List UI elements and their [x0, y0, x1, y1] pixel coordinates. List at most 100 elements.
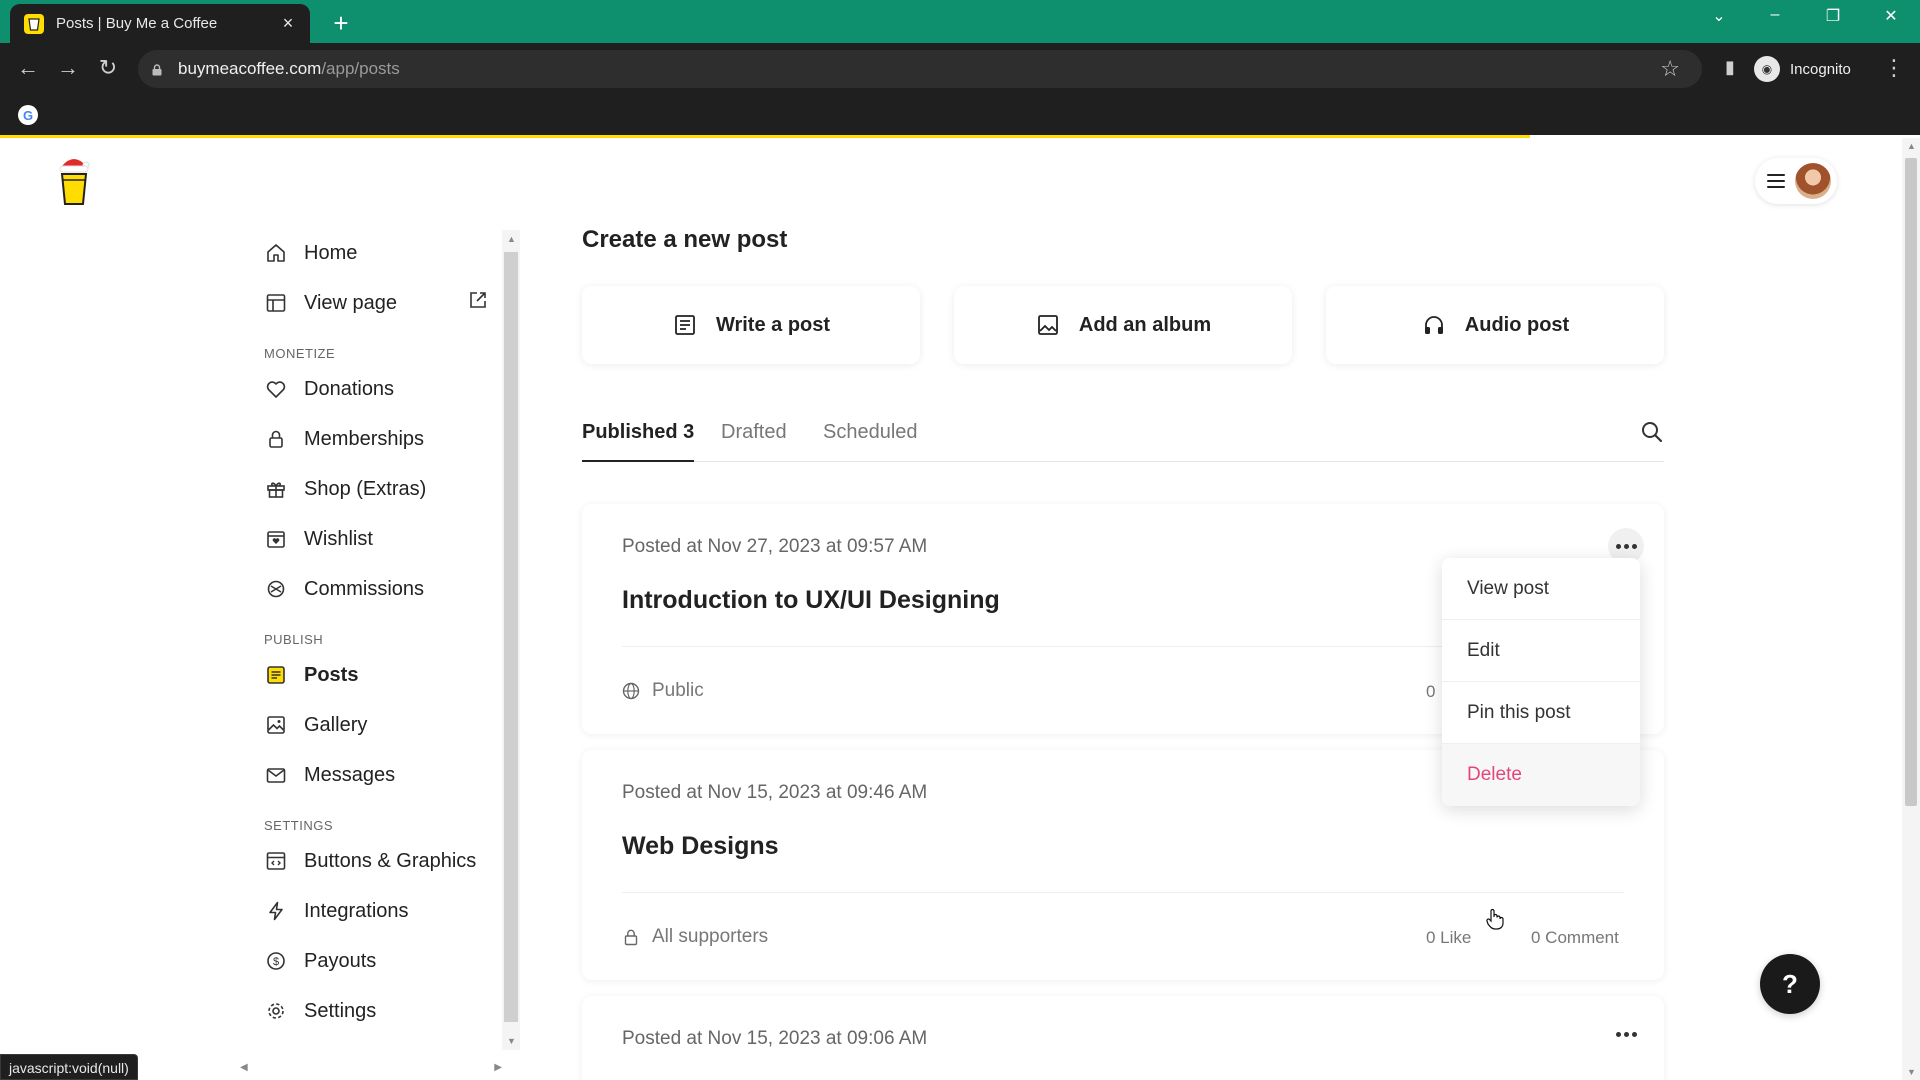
sidebar-horizontal-scrollbar[interactable]: ◀ ▶ — [240, 1062, 502, 1076]
url-path: /app/posts — [321, 59, 400, 78]
sidebar-scroll-thumb[interactable] — [504, 252, 518, 1022]
image-icon — [1035, 312, 1061, 338]
menu-item-delete[interactable]: Delete — [1442, 744, 1640, 806]
scroll-right-icon[interactable]: ▶ — [494, 1062, 502, 1073]
sidebar-item-shop[interactable]: Shop (Extras) — [240, 464, 500, 514]
browser-tab-bar: Posts | Buy Me a Coffee × + ⌄ – ❐ ✕ — [0, 0, 1920, 43]
add-album-button[interactable]: Add an album — [954, 286, 1292, 364]
scroll-left-icon[interactable]: ◀ — [240, 1062, 248, 1073]
sidebar-item-wishlist[interactable]: Wishlist — [240, 514, 500, 564]
sidebar-item-donations[interactable]: Donations — [240, 364, 500, 414]
audio-post-label: Audio post — [1464, 313, 1570, 336]
sidebar-item-memberships[interactable]: Memberships — [240, 414, 500, 464]
url-field[interactable]: buymeacoffee.com/app/posts ☆ — [138, 50, 1702, 88]
close-tab-icon[interactable]: × — [278, 13, 298, 34]
visibility-label: All supporters — [652, 926, 769, 947]
tab-scheduled[interactable]: Scheduled — [823, 416, 918, 462]
sidebar-item-messages[interactable]: Messages — [240, 750, 500, 800]
lock-icon — [152, 63, 162, 76]
post-comments: 0 Comment — [1531, 928, 1619, 947]
sidebar-item-label: Shop (Extras) — [304, 477, 427, 500]
post-more-button[interactable] — [1608, 1016, 1644, 1052]
dollar-icon: $ — [264, 949, 288, 973]
sidebar-item-commissions[interactable]: Commissions — [240, 564, 500, 614]
section-heading-monetize: MONETIZE — [264, 346, 336, 361]
tab-title: Posts | Buy Me a Coffee — [56, 15, 218, 32]
page-scrollbar[interactable]: ▲ ▼ — [1902, 138, 1920, 1080]
post-actions-menu: View post Edit Pin this post Delete — [1442, 558, 1640, 806]
hamburger-icon — [1767, 174, 1785, 188]
sidebar-item-label: Payouts — [304, 949, 377, 972]
sidebar-item-gallery[interactable]: Gallery — [240, 700, 500, 750]
more-dots-icon — [1615, 543, 1637, 549]
minimize-icon[interactable]: – — [1760, 6, 1790, 24]
incognito-label: Incognito — [1790, 60, 1851, 78]
more-dots-icon — [1615, 1031, 1637, 1037]
post-card: Posted at Nov 15, 2023 at 09:06 AM — [582, 996, 1664, 1080]
sidebar-item-label: Donations — [304, 377, 395, 400]
section-heading-publish: PUBLISH — [264, 632, 324, 647]
sidebar-item-settings[interactable]: Settings — [240, 986, 500, 1036]
svg-text:$: $ — [273, 956, 279, 968]
sidebar-item-label: Messages — [304, 763, 396, 786]
help-button[interactable]: ? — [1760, 954, 1820, 1014]
create-post-title: Create a new post — [582, 226, 788, 253]
post-date: Posted at Nov 15, 2023 at 09:46 AM — [622, 782, 928, 803]
bookmark-star-icon[interactable]: ☆ — [1660, 56, 1680, 82]
sidebar-item-payouts[interactable]: $ Payouts — [240, 936, 500, 986]
page-scroll-thumb[interactable] — [1905, 158, 1917, 806]
post-date: Posted at Nov 27, 2023 at 09:57 AM — [622, 536, 928, 557]
posts-icon — [264, 663, 288, 687]
menu-item-view-post[interactable]: View post — [1442, 558, 1640, 620]
sidebar-item-buttons-graphics[interactable]: Buttons & Graphics — [240, 836, 500, 886]
tab-published[interactable]: Published 3 — [582, 416, 695, 462]
side-panel-icon[interactable]: ▮ — [1714, 57, 1746, 78]
sidebar-item-label: Commissions — [304, 577, 425, 600]
scroll-down-icon[interactable]: ▼ — [507, 1036, 516, 1046]
incognito-badge[interactable]: ◉ Incognito — [1754, 53, 1851, 85]
sidebar-scrollbar[interactable]: ▲ ▼ — [502, 230, 520, 1050]
sidebar-item-label: Integrations — [304, 899, 409, 922]
scroll-down-icon[interactable]: ▼ — [1907, 1067, 1916, 1077]
globe-icon — [622, 682, 640, 700]
avatar — [1795, 163, 1831, 199]
audio-post-button[interactable]: Audio post — [1326, 286, 1664, 364]
write-post-button[interactable]: Write a post — [582, 286, 920, 364]
sidebar-item-label: Gallery — [304, 713, 368, 736]
scroll-up-icon[interactable]: ▲ — [507, 234, 516, 244]
address-bar: ← → ↻ buymeacoffee.com/app/posts ☆ ▮ ◉ I… — [0, 43, 1920, 95]
sidebar-item-label: Memberships — [304, 427, 425, 450]
back-icon[interactable]: ← — [12, 55, 44, 81]
close-window-icon[interactable]: ✕ — [1876, 6, 1906, 26]
post-date: Posted at Nov 15, 2023 at 09:06 AM — [622, 1028, 928, 1049]
headphones-icon — [1421, 312, 1447, 338]
post-likes: 0 Like — [1426, 928, 1472, 947]
sidebar-item-posts[interactable]: Posts — [240, 650, 500, 700]
sidebar-item-integrations[interactable]: Integrations — [240, 886, 500, 936]
section-heading-settings: SETTINGS — [264, 818, 334, 833]
url-host: buymeacoffee.com — [178, 59, 322, 78]
browser-tab[interactable]: Posts | Buy Me a Coffee × — [10, 4, 310, 43]
restore-icon[interactable]: ❐ — [1818, 6, 1848, 26]
reload-icon[interactable]: ↻ — [92, 55, 124, 81]
search-icon[interactable] — [1640, 420, 1664, 444]
browser-menu-icon[interactable]: ⋮ — [1878, 55, 1910, 81]
post-title[interactable]: Web Designs — [622, 832, 779, 861]
bmc-logo-icon[interactable] — [56, 152, 92, 208]
scroll-up-icon[interactable]: ▲ — [1907, 141, 1916, 151]
google-icon[interactable]: G — [18, 105, 38, 125]
incognito-icon: ◉ — [1754, 56, 1780, 82]
home-icon — [264, 241, 288, 265]
post-title[interactable]: Introduction to UX/UI Designing — [622, 586, 1000, 615]
menu-item-pin[interactable]: Pin this post — [1442, 682, 1640, 744]
tab-search-chevron-icon[interactable]: ⌄ — [1704, 6, 1734, 26]
new-tab-icon[interactable]: + — [326, 8, 356, 39]
sidebar-item-home[interactable]: Home — [240, 228, 500, 278]
post-visibility: Public — [622, 680, 704, 702]
menu-item-edit[interactable]: Edit — [1442, 620, 1640, 682]
tab-drafted[interactable]: Drafted — [721, 416, 787, 462]
sidebar-item-view-page[interactable]: View page — [240, 278, 500, 328]
external-link-icon[interactable] — [468, 290, 488, 316]
forward-icon[interactable]: → — [52, 55, 84, 81]
user-menu-button[interactable] — [1755, 158, 1837, 204]
